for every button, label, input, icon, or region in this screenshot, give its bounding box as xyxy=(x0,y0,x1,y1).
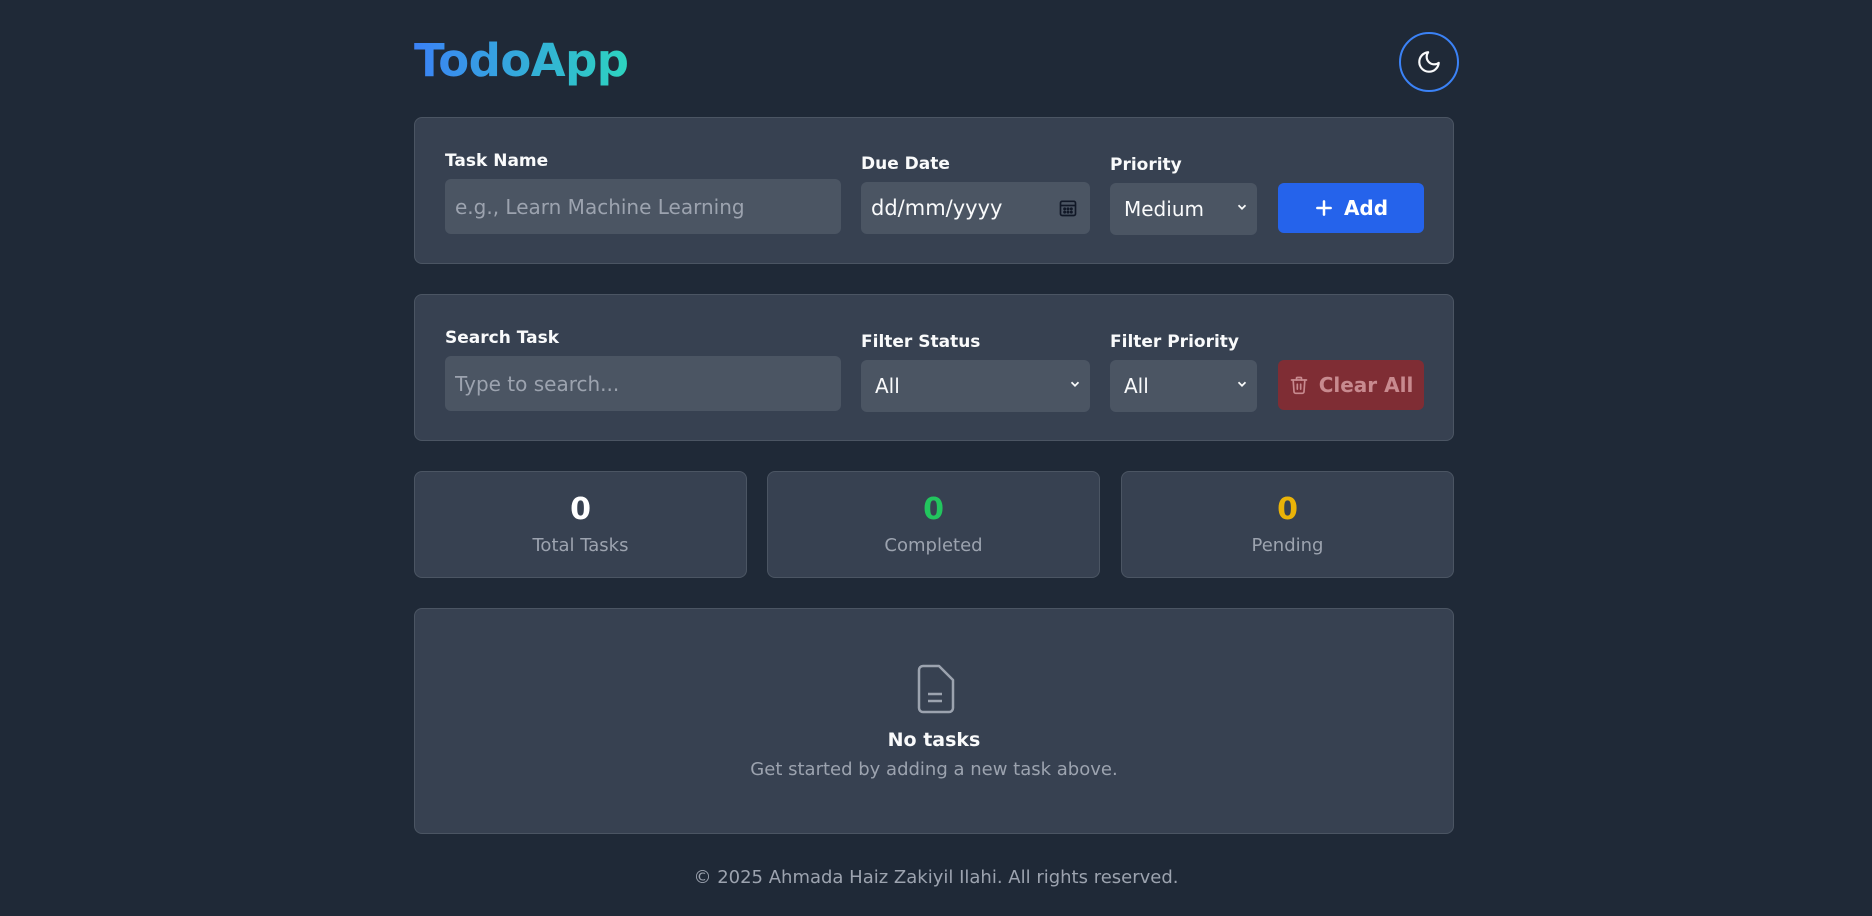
clear-all-button[interactable]: Clear All xyxy=(1278,360,1424,410)
empty-state-title: No tasks xyxy=(887,729,981,751)
stat-pending-value: 0 xyxy=(1277,492,1298,527)
chevron-down-icon xyxy=(1070,381,1080,387)
clear-all-label: Clear All xyxy=(1318,373,1414,397)
chevron-down-icon xyxy=(1237,204,1247,210)
filter-status-value: All xyxy=(875,374,900,398)
task-name-label: Task Name xyxy=(445,151,549,171)
priority-select-value: Medium xyxy=(1124,197,1204,221)
stat-completed-label: Completed xyxy=(884,535,983,556)
app-logo: TodoApp xyxy=(414,34,629,87)
plus-icon xyxy=(1316,200,1332,216)
filter-form: Search Task Filter Status All Filter Pri… xyxy=(414,294,1454,441)
due-date-label: Due Date xyxy=(861,154,950,174)
stat-total-tasks: 0 Total Tasks xyxy=(414,471,747,578)
filter-priority-value: All xyxy=(1124,374,1149,398)
calendar-icon[interactable] xyxy=(1058,198,1078,218)
due-date-placeholder: dd/mm/yyyy xyxy=(871,196,1003,220)
add-task-form: Task Name Due Date dd/mm/yyyy Priority M… xyxy=(414,117,1454,264)
task-list-empty-state: No tasks Get started by adding a new tas… xyxy=(414,608,1454,834)
stat-completed-value: 0 xyxy=(923,492,944,527)
stat-completed: 0 Completed xyxy=(767,471,1100,578)
filter-status-select[interactable]: All xyxy=(861,360,1090,412)
stat-pending: 0 Pending xyxy=(1121,471,1454,578)
stat-total-label: Total Tasks xyxy=(532,535,629,556)
stat-pending-label: Pending xyxy=(1251,535,1324,556)
document-icon xyxy=(917,664,955,714)
add-button-label: Add xyxy=(1343,196,1389,220)
filter-priority-select[interactable]: All xyxy=(1110,360,1257,412)
app-container: TodoApp Task Name Due Date dd/mm/yyyy Pr… xyxy=(414,0,1459,834)
chevron-down-icon xyxy=(1237,381,1247,387)
theme-toggle-button[interactable] xyxy=(1399,32,1459,92)
stat-total-value: 0 xyxy=(570,492,591,527)
moon-icon xyxy=(1418,51,1440,73)
task-name-input[interactable] xyxy=(445,179,841,234)
header: TodoApp xyxy=(414,0,1459,117)
add-task-button[interactable]: Add xyxy=(1278,183,1424,233)
trash-icon xyxy=(1290,376,1308,395)
search-label: Search Task xyxy=(445,328,560,348)
empty-state-subtitle: Get started by adding a new task above. xyxy=(750,759,1118,780)
search-input[interactable] xyxy=(445,356,841,411)
due-date-input[interactable]: dd/mm/yyyy xyxy=(861,182,1090,234)
filter-status-label: Filter Status xyxy=(861,332,981,352)
footer-copyright: © 2025 Ahmada Haiz Zakiyil Ilahi. All ri… xyxy=(693,867,1179,888)
filter-priority-label: Filter Priority xyxy=(1110,332,1239,352)
priority-select[interactable]: Medium xyxy=(1110,183,1257,235)
priority-label: Priority xyxy=(1110,155,1182,175)
